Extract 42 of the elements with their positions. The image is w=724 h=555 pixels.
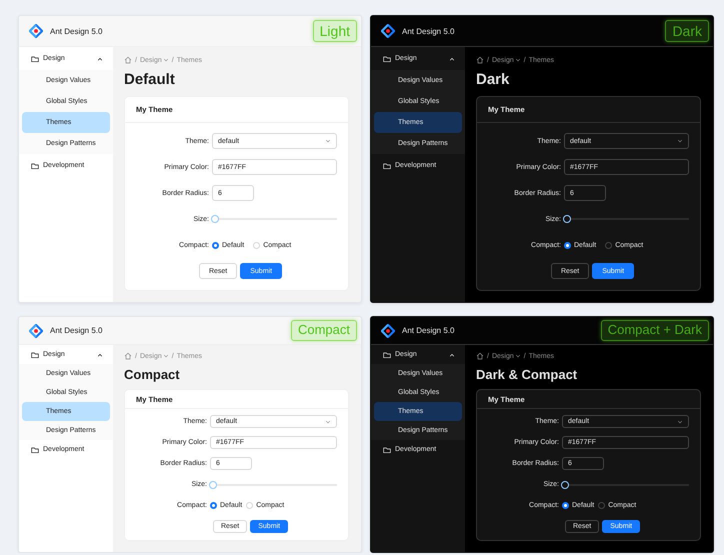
page-title: Dark & Compact	[476, 366, 578, 384]
app-title: Ant Design 5.0	[50, 326, 102, 335]
chevron-down-icon	[162, 57, 169, 63]
folder-icon	[383, 162, 391, 170]
home-icon[interactable]	[476, 352, 484, 360]
slider-thumb[interactable]	[561, 480, 569, 488]
folder-icon	[31, 446, 39, 454]
logo-icon	[29, 324, 43, 338]
slider-thumb[interactable]	[209, 480, 217, 488]
slider-track[interactable]	[212, 215, 337, 223]
chevron-down-icon	[162, 353, 169, 359]
app-title: Ant Design 5.0	[402, 326, 454, 335]
folder-icon	[383, 350, 391, 358]
chevron-down-icon	[325, 418, 331, 424]
app-title: Ant Design 5.0	[50, 26, 102, 36]
folder-icon	[383, 446, 391, 454]
chevron-down-icon	[514, 57, 521, 63]
chevron-down-icon	[325, 138, 331, 144]
theme-badge: Compact + Dark	[600, 320, 709, 341]
chevron-down-icon	[514, 353, 521, 359]
app-title: Ant Design 5.0	[402, 26, 454, 36]
theme-badge: Compact	[290, 320, 357, 341]
home-icon[interactable]	[124, 352, 132, 360]
home-icon[interactable]	[476, 56, 484, 64]
chevron-down-icon	[677, 138, 683, 144]
folder-icon	[31, 54, 39, 62]
slider-thumb[interactable]	[211, 215, 219, 223]
chevron-down-icon	[677, 418, 683, 424]
theme-badge: Light	[312, 20, 357, 42]
page-title: Default	[124, 70, 176, 90]
slider-track[interactable]	[564, 215, 689, 223]
folder-icon	[383, 54, 391, 62]
page-title: Dark	[476, 70, 510, 90]
home-icon[interactable]	[124, 56, 132, 64]
theme-badge: Dark	[665, 20, 709, 42]
folder-icon	[31, 350, 39, 358]
folder-icon	[31, 162, 39, 170]
logo-icon	[29, 24, 43, 38]
slider-thumb[interactable]	[563, 215, 571, 223]
page-title: Compact	[124, 366, 181, 384]
logo-icon	[381, 324, 395, 338]
logo-icon	[381, 24, 395, 38]
